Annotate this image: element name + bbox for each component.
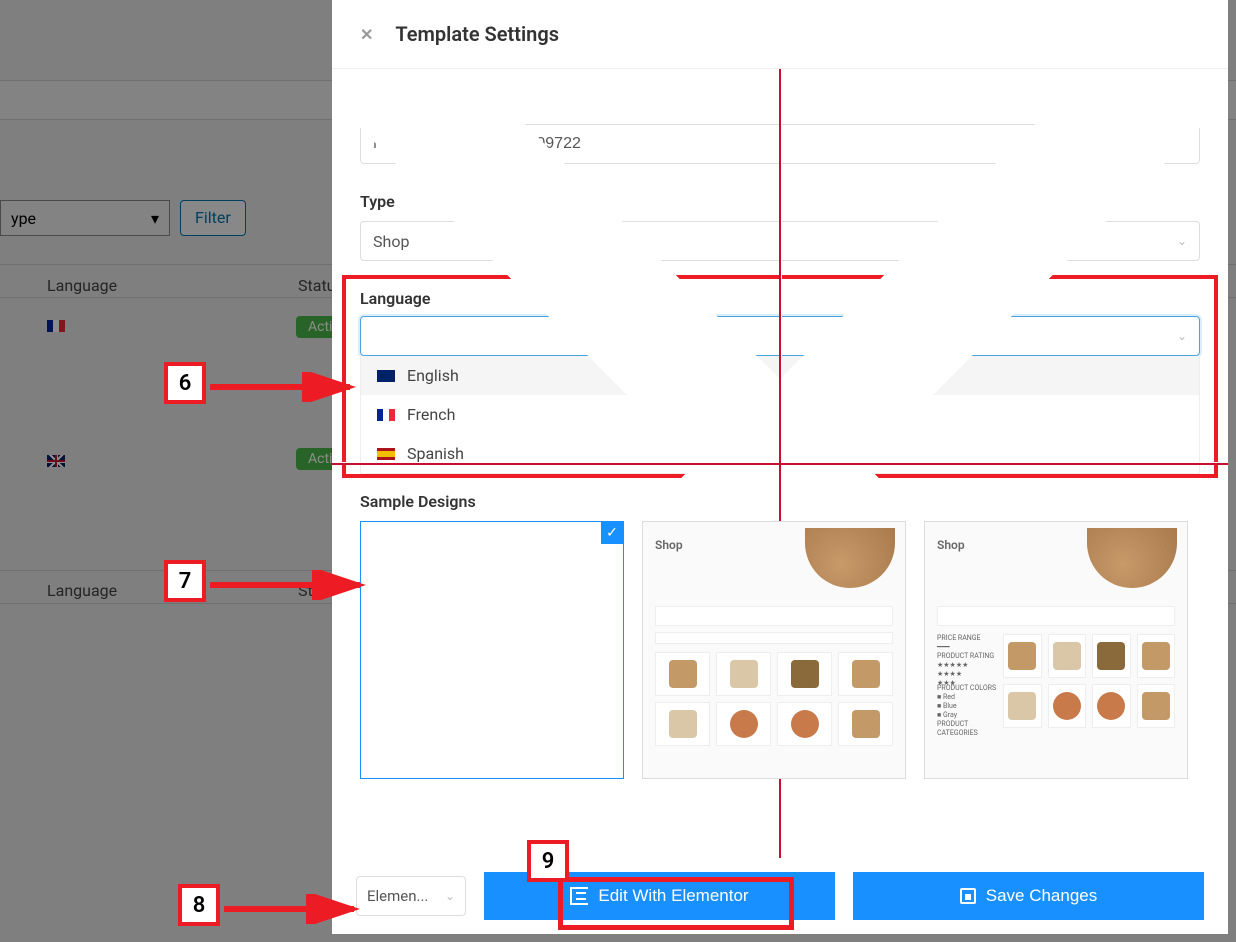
- annotation-number: 9: [527, 840, 569, 882]
- check-icon: ✓: [601, 522, 623, 544]
- annotation-8: 8: [178, 884, 220, 926]
- arrow-icon: [224, 894, 364, 924]
- annotation-7: 7: [164, 560, 206, 602]
- template-settings-modal: ✕ Template Settings Name Type Shop ⌄ Lan…: [332, 0, 1228, 934]
- language-section-highlight: Language ⌄ English French Spanish: [342, 275, 1218, 478]
- annotation-6: 6: [164, 362, 206, 404]
- sample-design-sidebar[interactable]: Shop PRICE RANGE━━━PRODUCT RATING★★★★★★★…: [924, 521, 1188, 779]
- sample-designs-grid: ✓ Shop: [360, 521, 1200, 779]
- sample-design-blank[interactable]: ✓: [360, 521, 624, 779]
- modal-body: Name Type Shop ⌄ Language ⌄ English Fren…: [332, 69, 1228, 858]
- annotation-number: 8: [178, 884, 220, 926]
- chevron-down-icon: ⌄: [445, 889, 455, 903]
- save-icon: [960, 888, 976, 904]
- close-icon[interactable]: ✕: [360, 25, 373, 44]
- annotation-box-9: [558, 877, 794, 930]
- annotation-number: 7: [164, 560, 206, 602]
- arrow-icon: [210, 372, 360, 402]
- annotation-9: 9: [527, 840, 569, 882]
- flag-uk-icon: [377, 370, 395, 382]
- modal-header: ✕ Template Settings: [332, 0, 1228, 69]
- editor-select-value: Elemen...: [367, 887, 428, 905]
- annotation-number: 6: [164, 362, 206, 404]
- sample-design-grid[interactable]: Shop: [642, 521, 906, 779]
- language-dropdown: English French Spanish: [360, 356, 1200, 474]
- save-button-label: Save Changes: [986, 886, 1098, 906]
- language-option-english[interactable]: English: [361, 356, 1199, 395]
- arrow-icon: [210, 570, 370, 600]
- modal-title: Template Settings: [395, 22, 559, 46]
- editor-select[interactable]: Elemen... ⌄: [356, 876, 466, 916]
- save-changes-button[interactable]: Save Changes: [853, 872, 1204, 920]
